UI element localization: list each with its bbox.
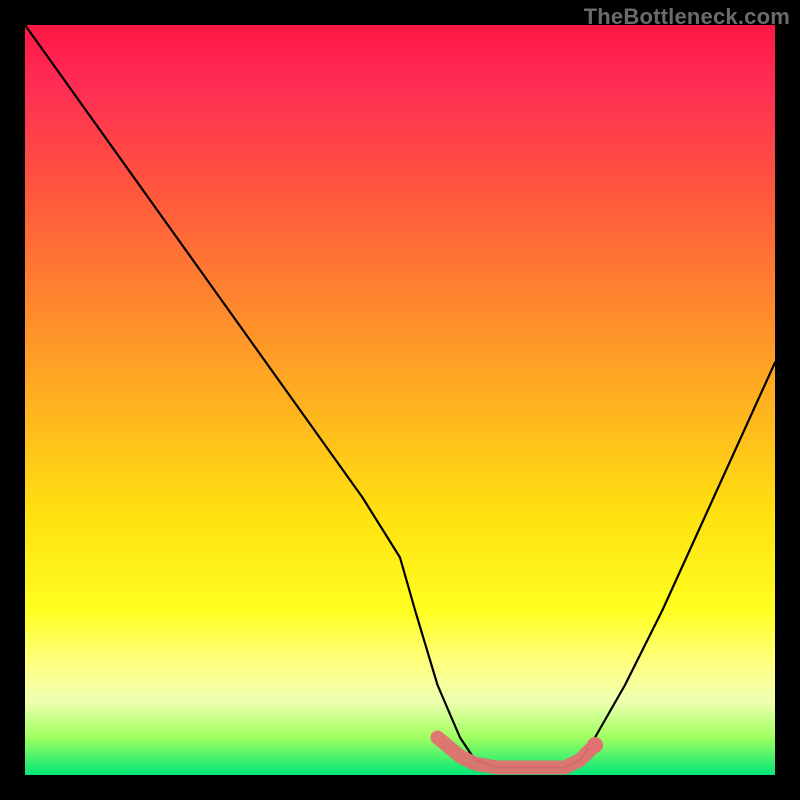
chart-svg [25, 25, 775, 775]
plot-area [25, 25, 775, 775]
chart-frame: TheBottleneck.com [0, 0, 800, 800]
highlight-band [438, 738, 596, 768]
highlight-end-dot [587, 737, 603, 753]
watermark-text: TheBottleneck.com [584, 4, 790, 30]
bottleneck-curve [25, 25, 775, 768]
